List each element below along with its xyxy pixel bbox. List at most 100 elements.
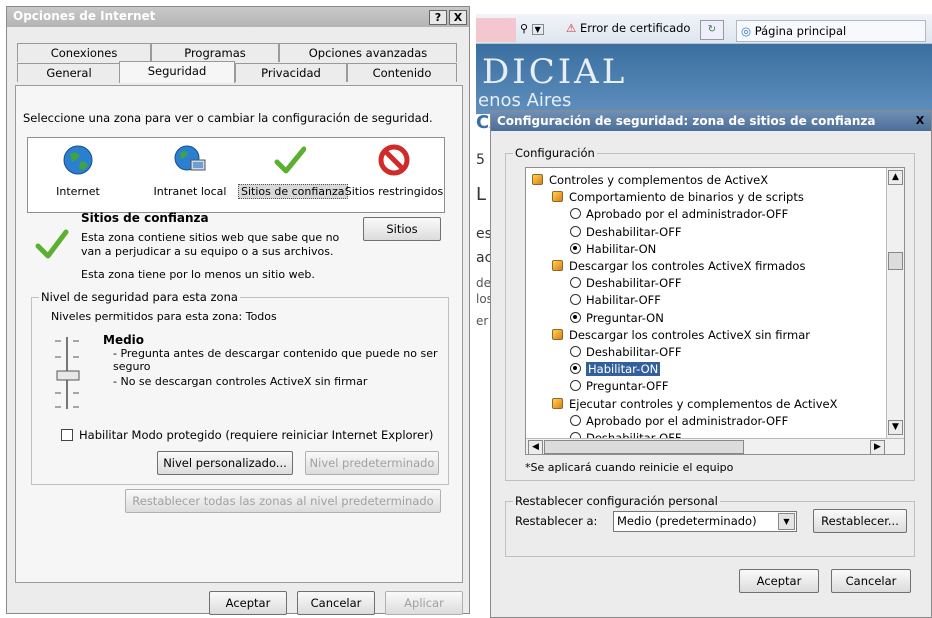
reset-all-zones-button[interactable]: Restablecer todas las zonas al nivel pre… bbox=[125, 489, 441, 513]
tab-conexiones[interactable]: Conexiones bbox=[17, 43, 151, 62]
settings-group-item[interactable]: Comportamiento de binarios y de scripts bbox=[552, 189, 804, 206]
settings-radio-option[interactable]: Deshabilitar-OFF bbox=[570, 344, 681, 361]
settings-radio-option[interactable]: Preguntar-ON bbox=[570, 310, 664, 327]
settings-radio-option[interactable]: Habilitar-OFF bbox=[570, 292, 661, 309]
home-page-label: Página principal bbox=[754, 24, 847, 38]
security-settings-dialog: Configuración de seguridad: zona de siti… bbox=[490, 110, 932, 618]
close-button[interactable]: X bbox=[449, 10, 467, 25]
sites-button[interactable]: Sitios bbox=[363, 217, 441, 241]
zone-title: Sitios de confianza bbox=[81, 211, 209, 225]
security-level-group-label: Nivel de seguridad para esta zona bbox=[39, 290, 240, 304]
dialog-title: Opciones de Internet bbox=[13, 9, 156, 23]
zone-instruction: Seleccione una zona para ver o cambiar l… bbox=[23, 111, 433, 125]
settings-item-label: Controles y complementos de ActiveX bbox=[549, 173, 769, 187]
zone-trusted-sites[interactable]: Sitios de confianza bbox=[238, 138, 348, 212]
settings-radio-option[interactable]: Aprobado por el administrador-OFF bbox=[570, 206, 788, 223]
settings-group-item[interactable]: Descargar los controles ActiveX sin firm… bbox=[552, 327, 810, 344]
intranet-icon bbox=[174, 145, 206, 171]
protected-mode-checkbox[interactable] bbox=[61, 429, 73, 441]
allowed-levels-text: Niveles permitidos para esta zona: Todos bbox=[51, 310, 277, 323]
tab-contenido[interactable]: Contenido bbox=[347, 63, 457, 82]
address-bar-error-tint bbox=[476, 18, 516, 42]
settings-group-icon bbox=[552, 328, 563, 340]
settings-radio-option[interactable]: Deshabilitar-OFF bbox=[570, 224, 681, 241]
zone-intranet-label: Intranet local bbox=[153, 185, 227, 198]
protected-mode-label: Habilitar Modo protegido (requiere reini… bbox=[79, 428, 434, 442]
radio-button[interactable] bbox=[570, 294, 581, 306]
zone-list: Internet Intranet local Sitios de confia… bbox=[27, 137, 445, 213]
tab-general[interactable]: General bbox=[17, 63, 121, 82]
radio-button[interactable] bbox=[570, 242, 581, 254]
tab-privacidad[interactable]: Privacidad bbox=[235, 63, 347, 82]
radio-button[interactable] bbox=[570, 380, 581, 392]
settings-radio-option[interactable]: Preguntar-OFF bbox=[570, 378, 668, 395]
scroll-thumb[interactable] bbox=[544, 440, 744, 454]
cancel-button[interactable]: Cancelar bbox=[831, 569, 911, 593]
reset-button[interactable]: Restablecer... bbox=[813, 509, 907, 533]
settings-item-label: Deshabilitar-OFF bbox=[586, 224, 682, 239]
ok-button[interactable]: Aceptar bbox=[209, 591, 287, 615]
default-level-button[interactable]: Nivel predeterminado bbox=[305, 451, 439, 475]
level-bullet-2: - No se descargan controles ActiveX sin … bbox=[113, 375, 368, 388]
scroll-right-icon[interactable]: ▶ bbox=[870, 440, 885, 454]
radio-button[interactable] bbox=[570, 311, 581, 323]
settings-radio-option[interactable]: Deshabilitar-OFF bbox=[570, 275, 681, 292]
zone-internet[interactable]: Internet bbox=[30, 138, 126, 212]
radio-button[interactable] bbox=[570, 225, 581, 237]
scroll-thumb[interactable] bbox=[888, 252, 903, 270]
globe-icon bbox=[63, 145, 93, 175]
settings-group-item[interactable]: Ejecutar controles y complementos de Act… bbox=[552, 396, 838, 413]
settings-group-icon bbox=[532, 174, 543, 185]
vertical-scrollbar[interactable]: ▲ ▼ bbox=[886, 168, 904, 438]
zone-restricted-label: Sitios restringidos bbox=[344, 185, 444, 198]
certificate-error-button[interactable]: ⚠ Error de certificado bbox=[566, 21, 690, 35]
restart-note: *Se aplicará cuando reinicie el equipo bbox=[525, 461, 734, 474]
scroll-left-icon[interactable]: ◀ bbox=[528, 440, 543, 454]
radio-button[interactable] bbox=[570, 414, 581, 426]
security-level-slider[interactable] bbox=[47, 333, 87, 413]
settings-tree[interactable]: Controles y complementos de ActiveX Compo… bbox=[525, 167, 905, 455]
radio-button[interactable] bbox=[570, 346, 581, 357]
level-name: Medio bbox=[103, 333, 145, 347]
search-dropdown[interactable]: ⚲ ▼ bbox=[520, 22, 544, 35]
zone-internet-label: Internet bbox=[56, 185, 100, 198]
refresh-icon[interactable]: ↻ bbox=[700, 20, 724, 40]
reset-level-select[interactable]: Medio (predeterminado) ▼ bbox=[613, 511, 797, 532]
settings-item-label: Ejecutar controles y complementos de Act… bbox=[569, 396, 838, 411]
ok-button[interactable]: Aceptar bbox=[739, 569, 819, 593]
site-fragment: L bbox=[476, 184, 487, 205]
level-bullet-1: - Pregunta antes de descargar contenido … bbox=[113, 347, 438, 373]
apply-button[interactable]: Aplicar bbox=[385, 591, 463, 615]
cancel-button[interactable]: Cancelar bbox=[297, 591, 375, 615]
settings-item-label: Preguntar-OFF bbox=[586, 379, 669, 394]
radio-button[interactable] bbox=[570, 277, 581, 289]
radio-button[interactable] bbox=[570, 208, 581, 220]
tab-opciones-avanzadas[interactable]: Opciones avanzadas bbox=[279, 43, 457, 62]
zone-restricted[interactable]: Sitios restringidos bbox=[342, 138, 446, 212]
settings-item-label: Habilitar-ON bbox=[586, 362, 661, 377]
reset-group-label: Restablecer configuración personal bbox=[513, 494, 720, 508]
settings-item-label: Deshabilitar-OFF bbox=[586, 345, 682, 359]
chevron-down-icon[interactable]: ▼ bbox=[778, 513, 795, 530]
scroll-up-icon[interactable]: ▲ bbox=[888, 170, 903, 185]
settings-radio-option[interactable]: Aprobado por el administrador-OFF bbox=[570, 413, 788, 430]
help-button[interactable]: ? bbox=[429, 10, 447, 25]
custom-level-button[interactable]: Nivel personalizado... bbox=[157, 451, 293, 475]
settings-group-item[interactable]: Descargar los controles ActiveX firmados bbox=[552, 258, 805, 275]
settings-item-label: Comportamiento de binarios y de scripts bbox=[569, 190, 804, 205]
settings-item-label: Descargar los controles ActiveX firmados bbox=[569, 259, 806, 273]
configuration-group-label: Configuración bbox=[513, 146, 597, 160]
home-page-tab[interactable]: ◎ Página principal bbox=[736, 20, 926, 42]
settings-group-item[interactable]: Controles y complementos de ActiveX bbox=[532, 172, 768, 189]
horizontal-scrollbar[interactable]: ◀ ▶ bbox=[526, 438, 904, 454]
settings-radio-option[interactable]: Habilitar-ON bbox=[570, 361, 661, 378]
zone-intranet[interactable]: Intranet local bbox=[140, 138, 240, 212]
scroll-down-icon[interactable]: ▼ bbox=[888, 420, 903, 435]
close-button[interactable]: X bbox=[911, 114, 929, 129]
tab-programas[interactable]: Programas bbox=[151, 43, 279, 62]
settings-radio-option[interactable]: Habilitar-ON bbox=[570, 241, 656, 258]
tab-seguridad[interactable]: Seguridad bbox=[119, 61, 235, 83]
radio-button[interactable] bbox=[570, 363, 581, 375]
certificate-error-label: Error de certificado bbox=[579, 21, 691, 35]
reset-level-value: Medio (predeterminado) bbox=[617, 514, 757, 528]
